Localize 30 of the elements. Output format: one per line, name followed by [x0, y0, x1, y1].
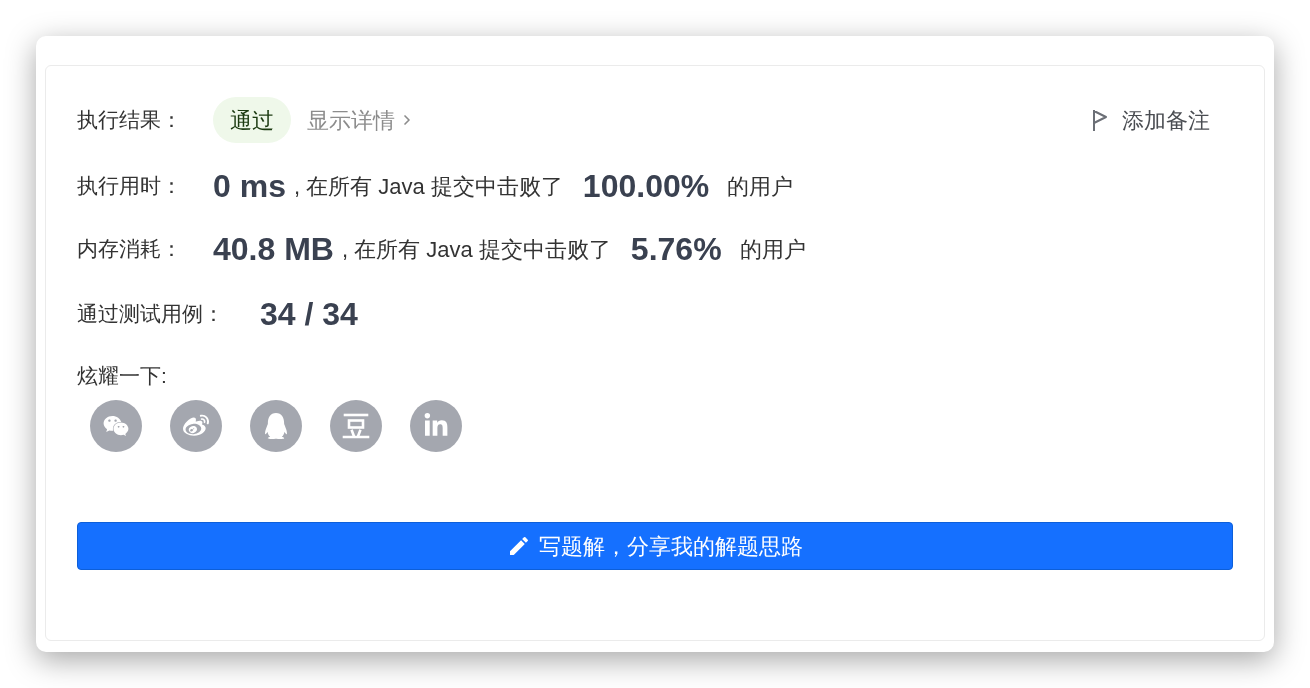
test-cases-value: 34 / 34: [260, 295, 358, 334]
share-button[interactable]: [330, 400, 382, 452]
pencil-icon: [507, 534, 531, 558]
stat-value: 0 ms: [213, 167, 286, 206]
comparison-text: , 在所有 Java 提交中击败了: [341, 235, 611, 264]
comparison-text: , 在所有 Java 提交中击败了: [293, 172, 563, 201]
logo-icon: [342, 412, 370, 440]
in-logo-icon: [423, 413, 449, 439]
stat-label: 执行用时：: [77, 173, 183, 200]
status-badge: 通过: [213, 97, 291, 143]
percentile-value: 5.76%: [630, 230, 722, 269]
stat-label: 内存消耗：: [77, 236, 183, 263]
suffix-text: 的用户: [739, 235, 806, 264]
share-button[interactable]: [90, 400, 142, 452]
eye-logo-icon: [183, 413, 209, 439]
share-label: 炫耀一下:: [77, 363, 167, 389]
flag-icon: [1092, 108, 1108, 132]
share-button[interactable]: [250, 400, 302, 452]
chat-bubbles-icon: [103, 413, 129, 439]
percentile-value: 100.00%: [582, 167, 710, 206]
result-label: 执行结果：: [77, 107, 183, 134]
test-cases-label: 通过测试用例：: [77, 301, 225, 328]
share-button[interactable]: [410, 400, 462, 452]
stat-value: 40.8 MB: [213, 230, 334, 269]
suffix-text: 的用户: [727, 172, 794, 201]
add-note-button[interactable]: 添加备注: [1092, 103, 1210, 137]
share-button[interactable]: [170, 400, 222, 452]
details-link[interactable]: 显示详情: [307, 103, 415, 137]
write-solution-button[interactable]: 写题解，分享我的解题思路: [77, 522, 1233, 570]
penguin-icon: [263, 413, 289, 439]
